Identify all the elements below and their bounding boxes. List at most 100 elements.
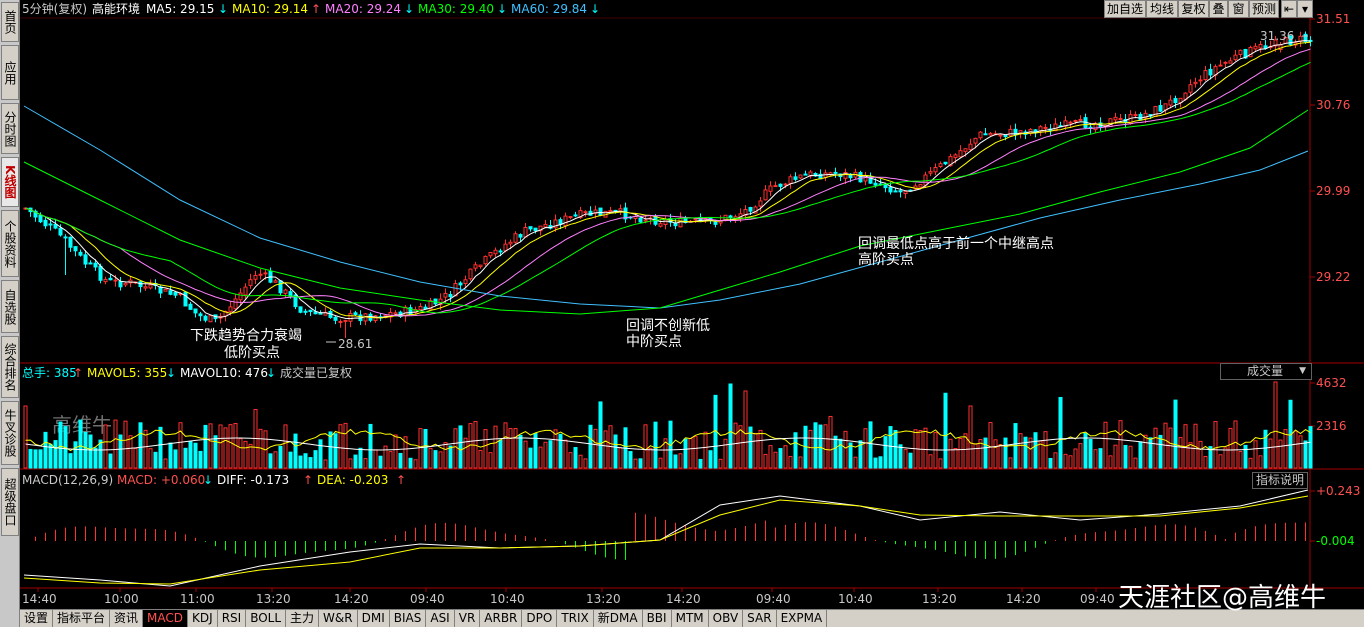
volume-bar <box>143 429 148 469</box>
tab-9[interactable]: DMI <box>357 610 390 627</box>
volume-bar <box>1228 427 1233 469</box>
indicator-selector[interactable]: 成交量 ▼ <box>1220 363 1312 380</box>
tab-6[interactable]: BOLL <box>246 610 287 627</box>
tab-15[interactable]: TRIX <box>557 610 594 627</box>
sidebar-item-0[interactable]: 首页 <box>1 2 19 42</box>
sidebar-item-7[interactable]: 牛叉诊股 <box>1 401 19 465</box>
sidebar-item-4[interactable]: 个股资料 <box>1 210 19 277</box>
tab-11[interactable]: ASI <box>426 610 455 627</box>
candle-body <box>513 233 518 243</box>
toolbar-button-1[interactable]: 均线 <box>1146 0 1178 18</box>
tab-7[interactable]: 主力 <box>286 610 320 627</box>
candle-body <box>618 208 623 212</box>
tab-12[interactable]: VR <box>454 610 481 627</box>
tab-3[interactable]: MACD <box>143 610 189 627</box>
sidebar-item-3[interactable]: K线图 <box>1 157 19 207</box>
jump-start-icon[interactable]: ⇤ <box>1281 0 1297 18</box>
volume-bar <box>38 449 43 469</box>
candle-body <box>98 265 103 281</box>
volume-bar <box>188 441 193 469</box>
ma-legend-3: MA30: 29.40 <box>418 2 494 16</box>
chart-area[interactable]: 5分钟(复权) 高能环境 MA5: 29.15 ↓ MA10: 29.14 ↑ MA20: … <box>20 0 1364 608</box>
candle-body <box>443 292 448 298</box>
volume-bar <box>588 424 593 469</box>
candle-body <box>1068 121 1073 124</box>
volume-bar <box>1048 457 1053 469</box>
tab-5[interactable]: RSI <box>217 610 247 627</box>
tab-17[interactable]: BBI <box>642 610 672 627</box>
candle-body <box>503 243 508 252</box>
tab-21[interactable]: EXPMA <box>776 610 828 627</box>
volume-bar <box>333 433 338 469</box>
price-tick-label: 29.99 <box>1316 184 1350 198</box>
candle-body <box>1188 84 1193 93</box>
time-label: 14:40 <box>22 592 57 606</box>
volume-bar <box>303 453 308 469</box>
volume-bar <box>948 438 953 469</box>
price-tick-label: 30.76 <box>1316 98 1350 112</box>
sidebar-item-2[interactable]: 分时图 <box>1 103 19 154</box>
volume-bar <box>173 449 178 469</box>
indicator-help-button[interactable]: 指标说明 <box>1252 472 1308 489</box>
volume-bar <box>458 425 463 469</box>
volume-bar <box>123 420 128 469</box>
tab-2[interactable]: 资讯 <box>110 610 144 627</box>
sidebar-item-label: 分时图 <box>3 110 17 147</box>
volume-bar <box>1293 430 1298 469</box>
candle-body <box>1133 114 1138 117</box>
volume-bar <box>573 447 578 469</box>
tab-20[interactable]: SAR <box>743 610 777 627</box>
macd-legend-3: DEA: -0.203 <box>317 473 388 487</box>
tab-10[interactable]: BIAS <box>389 610 427 627</box>
volume-bar <box>1233 420 1238 469</box>
tab-14[interactable]: DPO <box>522 610 558 627</box>
tab-1[interactable]: 指标平台 <box>53 610 111 627</box>
toolbar-button-2[interactable]: 复权 <box>1178 0 1209 18</box>
tab-18[interactable]: MTM <box>671 610 709 627</box>
volume-bar <box>163 458 168 469</box>
toolbar-button-3[interactable]: 叠 <box>1209 0 1228 18</box>
tab-4[interactable]: KDJ <box>188 610 218 627</box>
volume-bar <box>523 440 528 469</box>
volume-bar <box>593 428 598 469</box>
tab-8[interactable]: W&R <box>319 610 358 627</box>
annotation-line2: 低阶买点 <box>224 345 280 361</box>
toolbar-button-4[interactable]: 窗 <box>1228 0 1249 18</box>
volume-bar <box>108 453 113 469</box>
candle-body <box>498 250 503 253</box>
tab-16[interactable]: 新DMA <box>593 610 643 627</box>
sidebar-item-1[interactable]: 应用 <box>1 45 19 100</box>
volume-bar <box>273 451 278 469</box>
tab-13[interactable]: ARBR <box>480 610 523 627</box>
candle-body <box>228 306 233 312</box>
mavol5-line <box>25 428 1311 452</box>
candle-body <box>798 174 803 179</box>
candle-body <box>48 223 53 226</box>
volume-bar <box>48 443 53 469</box>
candle-body <box>1178 97 1183 103</box>
tab-0[interactable]: 设置 <box>20 610 54 627</box>
candle-body <box>273 280 278 283</box>
volume-bar <box>33 449 38 469</box>
sidebar-item-8[interactable]: 超级盘口 <box>1 468 19 536</box>
volume-bar <box>888 426 893 469</box>
sidebar-item-5[interactable]: 自选股 <box>1 280 19 333</box>
time-label: 10:00 <box>104 592 139 606</box>
volume-bar <box>398 452 403 469</box>
volume-bar <box>968 405 973 469</box>
volume-bar <box>983 437 988 469</box>
toolbar-button-5[interactable]: 预测 <box>1249 0 1279 18</box>
tab-19[interactable]: OBV <box>708 610 744 627</box>
chart-canvas[interactable]: 5分钟(复权) 高能环境 MA5: 29.15 ↓ MA10: 29.14 ↑ MA20: … <box>20 0 1364 608</box>
toolbar-button-0[interactable]: 加自选 <box>1104 0 1146 18</box>
candle-body <box>773 185 778 188</box>
chevron-down-icon[interactable]: ▾ <box>1297 0 1313 18</box>
sidebar-item-6[interactable]: 综合排名 <box>1 336 19 398</box>
volume-bar <box>788 455 793 469</box>
price-tick-label: 29.22 <box>1316 270 1350 284</box>
volume-bar <box>28 448 33 469</box>
volume-bar <box>763 453 768 469</box>
candle-body <box>393 312 398 315</box>
volume-bar <box>513 428 518 469</box>
candle-body <box>768 185 773 192</box>
